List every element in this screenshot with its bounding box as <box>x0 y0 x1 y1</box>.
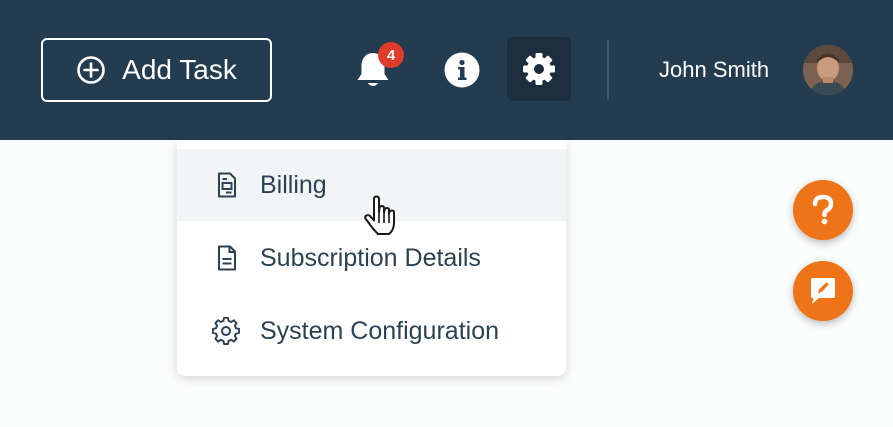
settings-dropdown-menu: Billing Subscription Details System Conf… <box>177 140 566 376</box>
notification-count-badge: 4 <box>378 42 404 68</box>
add-task-label: Add Task <box>122 54 237 85</box>
menu-item-system-configuration[interactable]: System Configuration <box>177 295 566 367</box>
billing-icon <box>218 172 236 198</box>
header-divider <box>607 40 609 100</box>
feedback-button[interactable] <box>793 261 853 321</box>
gear-icon <box>523 53 555 85</box>
avatar[interactable] <box>803 45 853 95</box>
settings-button[interactable] <box>507 37 571 101</box>
info-button[interactable] <box>444 52 480 88</box>
help-button[interactable] <box>793 180 853 240</box>
question-mark-icon <box>812 194 834 225</box>
menu-item-label: Subscription Details <box>260 243 481 272</box>
hand-pointer-cursor-icon <box>364 195 395 235</box>
info-icon <box>444 52 480 88</box>
menu-item-label: System Configuration <box>260 316 500 345</box>
plus-circle-icon <box>77 56 105 84</box>
feedback-icon <box>811 278 835 304</box>
document-icon <box>218 245 236 271</box>
add-task-button[interactable]: Add Task <box>41 38 272 102</box>
top-navigation-bar: Add Task 4 John Smith <box>0 0 893 140</box>
user-name[interactable]: John Smith <box>659 56 769 84</box>
menu-item-label: Billing <box>260 170 327 199</box>
gear-icon <box>212 317 240 345</box>
